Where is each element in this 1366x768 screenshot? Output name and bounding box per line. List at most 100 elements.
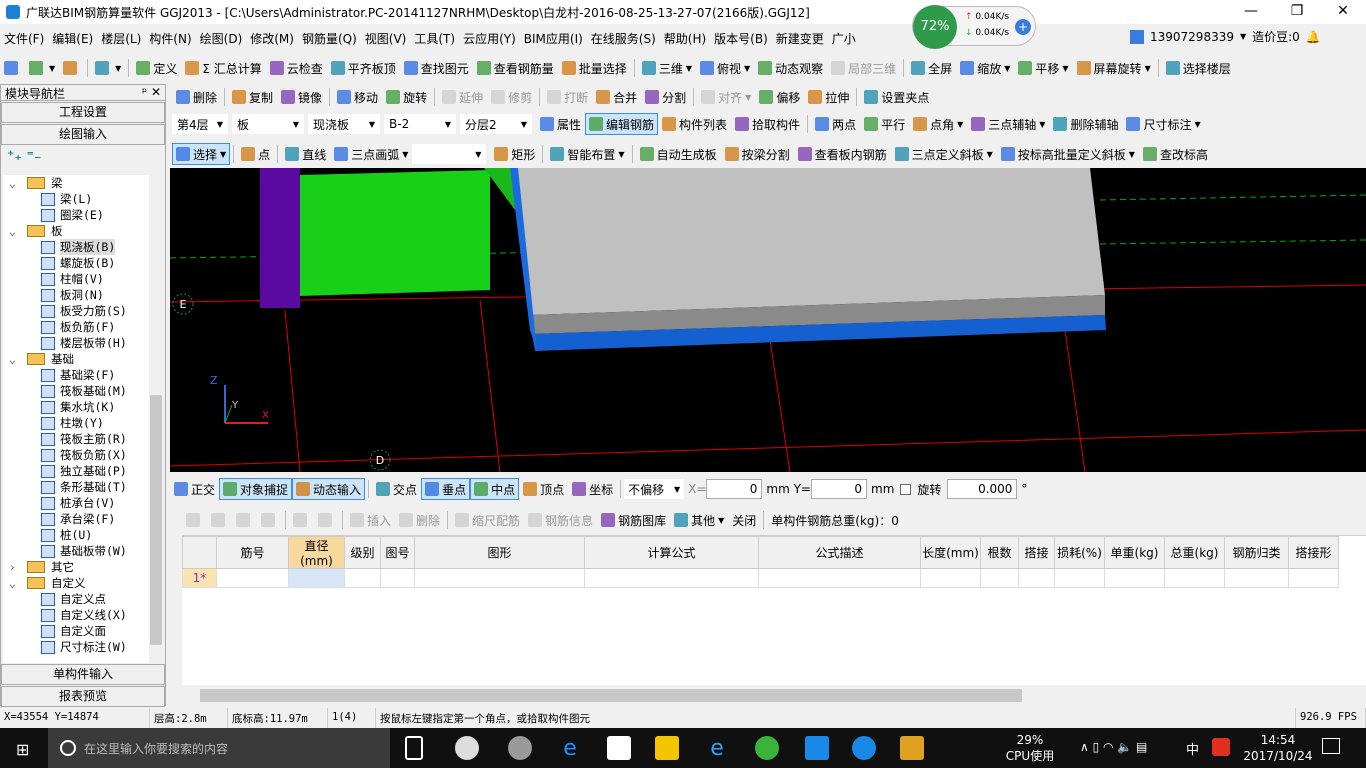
accelerate-icon[interactable]: + — [1015, 19, 1031, 35]
tree-item[interactable]: 现浇板(B) — [3, 239, 149, 255]
label-button[interactable]: 单构件钢筋总重(kg)：0 — [767, 509, 903, 531]
clock[interactable]: 14:54 2017/10/24 — [1240, 732, 1316, 764]
glodon-icon[interactable] — [805, 736, 829, 760]
column-header[interactable]: 直径(mm) — [288, 536, 345, 569]
menu-item[interactable]: 楼层(L) — [97, 30, 145, 47]
menu-item[interactable]: 编辑(E) — [48, 30, 97, 47]
app-icon[interactable] — [455, 736, 479, 760]
chevron-down-icon[interactable]: ⌄ — [9, 224, 27, 238]
table-cell[interactable] — [380, 568, 415, 588]
report-preview-button[interactable]: 报表预览 — [1, 686, 165, 707]
sloped-slab-button[interactable]: 三点定义斜板 ▼ — [891, 143, 997, 165]
table-hscrollbar[interactable] — [182, 687, 1366, 704]
single-component-input-button[interactable]: 单构件输入 — [1, 664, 165, 685]
object-snap-button[interactable]: 对象捕捉 — [219, 478, 293, 500]
tree-folder[interactable]: ⌄ 基础 — [3, 351, 149, 367]
explorer-icon[interactable] — [655, 736, 679, 760]
table-cell[interactable] — [288, 568, 345, 588]
account-phone[interactable]: 13907298339 — [1150, 30, 1234, 44]
store-icon[interactable] — [607, 736, 631, 760]
column-header[interactable]: 损耗(%) — [1054, 536, 1105, 569]
undo-button[interactable]: ▼ — [91, 57, 125, 79]
rectangle-button[interactable]: 矩形 — [490, 143, 539, 165]
line-button[interactable]: 直线 — [281, 143, 330, 165]
delete-button[interactable]: 删除 — [172, 86, 221, 108]
first-button[interactable] — [182, 509, 207, 531]
pick-button[interactable]: 拾取构件 — [731, 113, 804, 135]
point-angle-button[interactable]: 点角 ▼ — [909, 113, 967, 135]
offset-select[interactable]: 不偏移 ▼ — [624, 479, 685, 499]
auto-slab-button[interactable]: 自动生成板 — [636, 143, 721, 165]
pan-button[interactable]: 平移 ▼ — [1014, 57, 1072, 79]
menu-item[interactable]: 在线服务(S) — [587, 30, 660, 47]
align-button[interactable]: 对齐 ▼ — [697, 86, 755, 108]
component-list-button[interactable]: 构件列表 — [658, 113, 731, 135]
tree-item[interactable]: 柱帽(V) — [3, 271, 149, 287]
stretch-button[interactable]: 拉伸 — [804, 86, 853, 108]
open-folder-button[interactable]: ▼ — [25, 57, 59, 79]
x-input[interactable]: 0 — [706, 479, 763, 499]
table-cell[interactable] — [584, 568, 759, 588]
two-point-button[interactable]: 两点 — [811, 113, 860, 135]
tree-item[interactable]: 独立基础(P) — [3, 463, 149, 479]
smart-layout-button[interactable]: 智能布置 ▼ — [546, 143, 628, 165]
tree-item[interactable]: 板洞(N) — [3, 287, 149, 303]
save-button[interactable] — [59, 57, 84, 79]
new-file-button[interactable] — [0, 57, 25, 79]
y-input[interactable]: 0 — [811, 479, 868, 499]
tray-icons[interactable]: ∧ ▯ ◠ 🔈 ▤ — [1080, 740, 1147, 754]
column-header[interactable]: 图号 — [380, 536, 415, 569]
orbit-button[interactable]: 动态观察 — [754, 57, 827, 79]
table-cell[interactable] — [980, 568, 1019, 588]
vertex-button[interactable]: 顶点 — [519, 478, 568, 500]
menu-item[interactable]: 修改(M) — [246, 30, 298, 47]
pin-close-icons[interactable]: ᵖ ✕ — [142, 85, 161, 100]
perpendicular-button[interactable]: 垂点 — [421, 478, 471, 500]
up-button[interactable] — [289, 509, 314, 531]
tree-item[interactable]: 条形基础(T) — [3, 479, 149, 495]
app-icon[interactable] — [508, 736, 532, 760]
drawing-input-button[interactable]: 绘图输入 — [1, 124, 165, 145]
zoom-button[interactable]: 缩放 ▼ — [956, 57, 1014, 79]
local-3d-button[interactable]: 局部三维 — [827, 57, 900, 79]
offset-button[interactable]: 偏移 — [755, 86, 804, 108]
trim-button[interactable]: 修剪 — [487, 86, 536, 108]
column-header[interactable]: 单重(kg) — [1104, 536, 1165, 569]
column-header[interactable]: 钢筋归类 — [1224, 536, 1289, 569]
tree-item[interactable]: 自定义面 — [3, 623, 149, 639]
copy-button[interactable]: 复制 — [228, 86, 277, 108]
menu-item[interactable]: 帮助(H) — [660, 30, 710, 47]
tree-item[interactable]: 桩承台(V) — [3, 495, 149, 511]
last-button[interactable] — [257, 509, 282, 531]
tree-item[interactable]: 集水坑(K) — [3, 399, 149, 415]
notification-icon[interactable] — [1322, 738, 1340, 754]
menu-item[interactable]: 构件(N) — [145, 30, 195, 47]
ortho-button[interactable]: 正交 — [170, 478, 219, 500]
browser-icon[interactable] — [755, 736, 779, 760]
other-button[interactable]: 其他 ▼ — [670, 509, 728, 531]
scale-rebar-button[interactable]: 缩尺配筋 — [451, 509, 524, 531]
insert-button[interactable]: 插入 — [346, 509, 395, 531]
define-button[interactable]: 定义 — [132, 57, 181, 79]
align-slab-button[interactable]: 平齐板顶 — [327, 57, 400, 79]
top-view-button[interactable]: 俯视 ▼ — [696, 57, 754, 79]
three-point-axis-button[interactable]: 三点辅轴 ▼ — [967, 113, 1049, 135]
table-cell[interactable] — [1018, 568, 1055, 588]
column-header[interactable]: 搭接形 — [1288, 536, 1339, 569]
floor-component-select[interactable]: 分层2 ▼ — [460, 114, 532, 134]
rotate-input[interactable]: 0.000 — [947, 479, 1018, 499]
chevron-right-icon[interactable]: › — [9, 560, 27, 574]
table-row[interactable]: 1* — [182, 568, 1339, 588]
dimension-button[interactable]: 尺寸标注 ▼ — [1122, 113, 1204, 135]
rebar-library-button[interactable]: 钢筋图库 — [597, 509, 670, 531]
column-header[interactable]: 筋号 — [216, 536, 289, 569]
down-button[interactable] — [314, 509, 339, 531]
tree-item[interactable]: 板受力筋(S) — [3, 303, 149, 319]
maximize-button[interactable]: ❐ — [1274, 0, 1320, 24]
ime-indicator[interactable]: 中 — [1186, 739, 1199, 758]
rebar-info-button[interactable]: 钢筋信息 — [524, 509, 597, 531]
floor-component-select[interactable]: B-2 ▼ — [384, 114, 456, 134]
minimize-button[interactable]: — — [1228, 0, 1274, 24]
cloud-check-button[interactable]: 云检查 — [266, 57, 327, 79]
tree-item[interactable]: 基础板带(W) — [3, 543, 149, 559]
